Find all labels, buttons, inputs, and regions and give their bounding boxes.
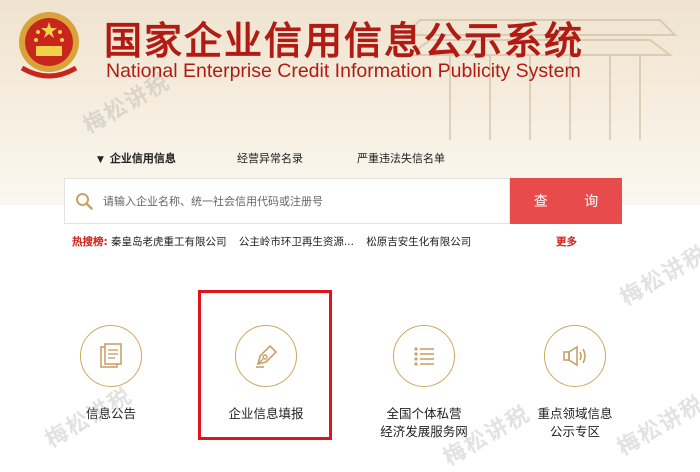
- search-tabs: ▼ 企业信用信息 经营异常名录 严重违法失信名单: [0, 150, 700, 170]
- hot-search-item[interactable]: 秦皇岛老虎重工有限公司: [111, 236, 227, 248]
- card-label: 信息公告: [85, 406, 136, 421]
- hot-search-item[interactable]: 松原吉安生化有限公司: [366, 236, 471, 248]
- highlight-box: [198, 290, 332, 440]
- hot-search-label: 热搜榜:: [72, 236, 108, 248]
- service-cards: 信息公告 企业信息填报 全国个体私营 经济发展服务网 重点领域信息 公示专区: [0, 300, 700, 466]
- header-banner: 国家企业信用信息公示系统 National Enterprise Credit …: [0, 0, 700, 205]
- card-label: 全国个体私营 经济发展服务网: [380, 406, 468, 439]
- caret-down-icon: ▼: [97, 155, 104, 165]
- tab-serious-violation-list[interactable]: 严重违法失信名单: [357, 150, 445, 166]
- search-box: [64, 178, 510, 224]
- tab-abnormal-list[interactable]: 经营异常名录: [237, 150, 303, 166]
- national-emblem-icon: [19, 12, 79, 79]
- search-button[interactable]: 查 询: [510, 178, 622, 224]
- megaphone-icon: [563, 345, 586, 367]
- search-input[interactable]: [103, 179, 503, 223]
- tab-enterprise-credit[interactable]: ▼ 企业信用信息: [97, 150, 176, 166]
- search-bar: 查 询: [64, 178, 622, 224]
- hot-search-bar: 热搜榜: 秦皇岛老虎重工有限公司 公主岭市环卫再生资源... 松原吉安生化有限公…: [72, 234, 480, 249]
- hot-search-item[interactable]: 公主岭市环卫再生资源...: [239, 236, 354, 248]
- search-icon: [76, 193, 93, 210]
- list-icon: [414, 347, 434, 366]
- card-icon-circle: [80, 325, 142, 387]
- site-title-english: National Enterprise Credit Information P…: [106, 60, 581, 82]
- card-icon-circle: [393, 325, 455, 387]
- hot-search-more-link[interactable]: 更多: [556, 234, 577, 249]
- card-label: 重点领域信息 公示专区: [537, 406, 613, 439]
- document-icon: [100, 343, 122, 368]
- card-icon-circle: [544, 325, 606, 387]
- site-title: 国家企业信用信息公示系统: [104, 19, 585, 63]
